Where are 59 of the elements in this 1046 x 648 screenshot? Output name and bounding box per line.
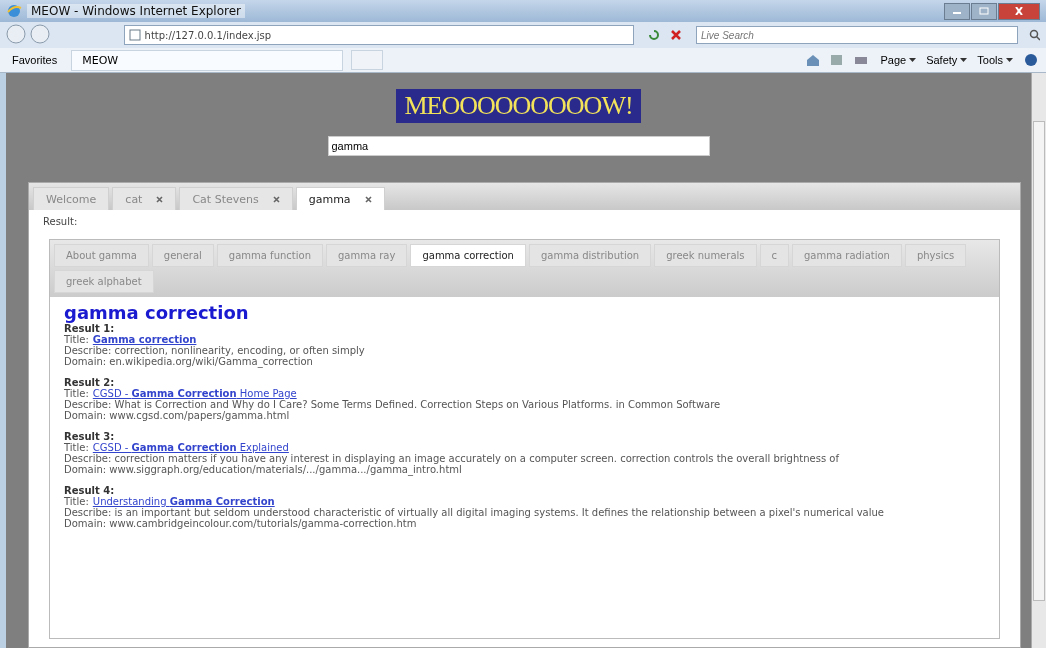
favorites-button[interactable]: Favorites (6, 54, 64, 66)
search-field[interactable]: Live Search (696, 26, 1018, 44)
results-heading: gamma correction (64, 303, 249, 323)
maximize-button[interactable] (971, 2, 997, 20)
result-link[interactable]: CGSD - Gamma Correction Home Page (92, 388, 297, 399)
menu-button[interactable]: Safety (923, 54, 971, 66)
close-icon[interactable] (364, 195, 372, 203)
browser-tab[interactable]: MEOW (71, 49, 344, 71)
refresh-icon[interactable] (647, 28, 662, 42)
title-label: Title: (64, 388, 89, 399)
address-field[interactable]: http://127.0.0.1/index.jsp (123, 25, 635, 45)
tab-label: Cat Stevens (192, 192, 259, 206)
result-domain: Domain: www.cambridgeincolour.com/tutorials/gamma-correction.htm (64, 518, 417, 529)
home-icon[interactable] (805, 53, 822, 67)
maximize-icon (979, 7, 989, 15)
result-description: Describe: correction matters if you have any interest in displaying an image accurately on a computer screen. correction controls the overall brightness of (64, 453, 839, 464)
tab-label: Welcome (46, 192, 97, 206)
title-label: Title: (64, 334, 89, 345)
tab[interactable]: gamma correction (410, 244, 526, 267)
search-field[interactable]: gamma (327, 136, 710, 156)
menu-button[interactable]: Page (877, 54, 920, 66)
browser-icon (6, 3, 22, 19)
minimize-button[interactable] (944, 2, 970, 20)
title-label: Title: (64, 442, 89, 453)
result-domain: Domain: www.cgsd.com/papers/gamma.html (64, 410, 291, 421)
scrollbar[interactable] (1031, 73, 1046, 648)
result-link[interactable]: Gamma correction (92, 334, 197, 345)
tab[interactable]: gamma (295, 187, 385, 210)
result-link[interactable]: Understanding Gamma Correction (92, 496, 275, 507)
window-title: MEOW - Windows Internet Explorer (27, 4, 245, 18)
result-label: Result 1: (64, 323, 116, 334)
result-label: Result 4: (64, 485, 116, 496)
forward-button[interactable] (29, 24, 51, 46)
caret-icon (909, 58, 917, 62)
result-label: Result 3: (64, 431, 116, 442)
result-description: Describe: What is Correction and Why do I Care? Some Terms Defined. Correction Steps on Various Platforms. in Common Software (64, 399, 721, 410)
result-label: Result 2: (64, 377, 116, 388)
close-icon[interactable] (156, 195, 164, 203)
logo: MEOOOOOOOOOW! (396, 89, 641, 123)
menu-button[interactable]: Tools (974, 54, 1016, 66)
result-description: Describe: is an important but seldom understood characteristic of virtually all digital imaging systems. It defines the relationship between a pixel's numerical value (64, 507, 884, 518)
caret-icon (960, 58, 968, 62)
result-label: Result: (43, 216, 78, 227)
result-link[interactable]: CGSD - Gamma Correction Explained (92, 442, 289, 453)
page-icon (128, 29, 141, 41)
tab-label: gamma (308, 192, 351, 206)
back-button[interactable] (6, 24, 27, 46)
result-domain: Domain: www.siggraph.org/education/materials/.../gamma.../gamma_intro.html (64, 464, 462, 475)
result-domain: Domain: en.wikipedia.org/wiki/Gamma_correction (64, 356, 314, 367)
close-button[interactable] (998, 2, 1040, 20)
stop-icon[interactable] (669, 28, 684, 42)
tab-label: cat (125, 192, 143, 206)
caret-icon (1006, 58, 1013, 62)
close-icon[interactable] (272, 195, 280, 203)
scrollbar-thumb[interactable] (1033, 120, 1045, 601)
title-label: Title: (64, 496, 89, 507)
search-icon[interactable] (1028, 29, 1040, 41)
close-icon (1014, 7, 1024, 15)
result-description: Describe: correction, nonlinearity, encoding, or often simply (64, 345, 365, 356)
